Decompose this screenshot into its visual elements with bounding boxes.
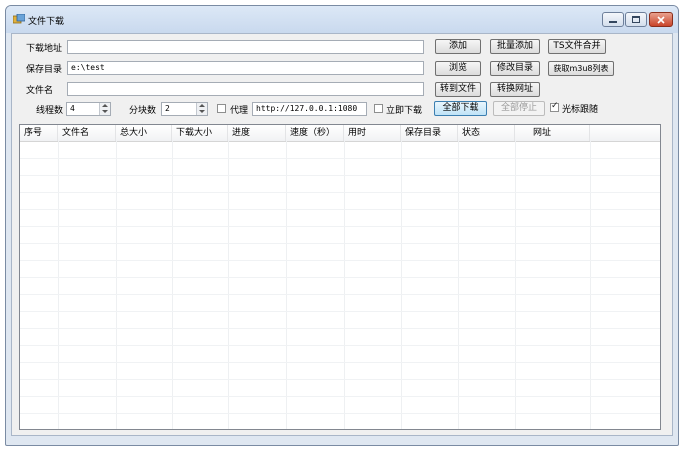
to-url-button[interactable]: 转换网址 [490,82,540,97]
minimize-button[interactable] [602,12,624,27]
checkmark-icon: ✓ [551,101,559,111]
threads-stepper[interactable]: 4 [66,102,111,116]
grid-row-line [20,379,660,380]
ts-merge-button[interactable]: TS文件合并 [548,39,606,54]
change-dir-button[interactable]: 修改目录 [490,61,540,76]
url-label: 下载地址 [26,44,63,54]
instant-download-label: 立即下载 [386,106,423,116]
grid-column-line [515,141,516,429]
grid-row-line [20,328,660,329]
column-header-index[interactable]: 序号 [20,125,58,141]
to-file-button[interactable]: 转到文件 [435,82,481,97]
column-header-speed[interactable]: 速度（秒） [286,125,344,141]
url-input[interactable] [67,40,424,54]
batch-add-button[interactable]: 批量添加 [490,39,540,54]
chunks-stepper-arrows[interactable] [196,103,207,115]
filename-label: 文件名 [26,86,54,96]
column-header-total-size[interactable]: 总大小 [116,125,172,141]
grid-column-line [286,141,287,429]
save-dir-label: 保存目录 [26,65,63,75]
grid-row-line [20,345,660,346]
threads-stepper-arrows[interactable] [99,103,110,115]
chunks-stepper[interactable]: 2 [161,102,208,116]
up-arrow-icon[interactable] [199,104,205,107]
grid-row-line [20,226,660,227]
instant-download-checkbox[interactable] [374,104,383,113]
download-list-header: 序号 文件名 总大小 下载大小 进度 速度（秒） 用时 保存目录 状态 网址 [20,125,660,142]
cursor-follow-label: 光标跟随 [562,105,599,115]
grid-column-line [58,141,59,429]
browse-button[interactable]: 浏览 [435,61,481,76]
threads-label: 线程数 [36,106,64,116]
threads-value: 4 [70,104,75,113]
save-dir-input[interactable]: e:\test [67,61,424,75]
close-icon [657,15,665,24]
grid-column-line [401,141,402,429]
grid-row-line [20,362,660,363]
filename-input[interactable] [67,82,424,96]
app-icon [13,14,25,24]
column-header-downloaded[interactable]: 下载大小 [172,125,228,141]
add-button[interactable]: 添加 [435,39,481,54]
column-header-status[interactable]: 状态 [458,125,515,141]
column-header-filename[interactable]: 文件名 [58,125,116,141]
main-panel: 下载地址 添加 批量添加 TS文件合并 保存目录 e:\test 浏览 修改目录… [11,33,673,436]
status-bar [11,437,673,445]
grid-column-line [344,141,345,429]
grid-row-line [20,260,660,261]
close-button[interactable] [649,12,673,27]
window-title: 文件下载 [28,17,65,27]
grid-column-line [458,141,459,429]
column-header-url[interactable]: 网址 [515,125,590,141]
grid-row-line [20,396,660,397]
chunks-label: 分块数 [129,106,157,116]
proxy-checkbox[interactable] [217,104,226,113]
download-all-button[interactable]: 全部下载 [434,101,487,116]
column-header-progress[interactable]: 进度 [228,125,286,141]
grid-column-line [172,141,173,429]
column-header-save-dir[interactable]: 保存目录 [401,125,458,141]
proxy-input[interactable]: http://127.0.0.1:1080 [252,102,367,116]
down-arrow-icon[interactable] [102,110,108,113]
grid-column-line [590,141,591,429]
grid-row-line [20,192,660,193]
grid-row-line [20,413,660,414]
app-window: 文件下载 下载地址 添加 批量添加 TS文件合并 保存目录 e:\test 浏览… [5,5,679,446]
title-bar[interactable]: 文件下载 [6,6,678,33]
cursor-follow-checkbox[interactable]: ✓ [550,101,559,112]
download-list[interactable]: 序号 文件名 总大小 下载大小 进度 速度（秒） 用时 保存目录 状态 网址 [19,124,661,430]
grid-row-line [20,209,660,210]
chunks-value: 2 [165,104,170,113]
proxy-label: 代理 [230,106,249,116]
grid-row-line [20,158,660,159]
grid-row-line [20,175,660,176]
grid-column-line [228,141,229,429]
grid-row-line [20,294,660,295]
maximize-button[interactable] [625,12,647,27]
down-arrow-icon[interactable] [199,110,205,113]
up-arrow-icon[interactable] [102,104,108,107]
minimize-icon [609,20,617,23]
grid-column-line [116,141,117,429]
grid-row-line [20,277,660,278]
get-m3u8-button[interactable]: 获取m3u8列表 [548,61,614,76]
grid-row-line [20,311,660,312]
column-header-elapsed[interactable]: 用时 [344,125,401,141]
maximize-icon [632,16,640,23]
grid-row-line [20,243,660,244]
stop-all-button[interactable]: 全部停止 [493,101,545,116]
